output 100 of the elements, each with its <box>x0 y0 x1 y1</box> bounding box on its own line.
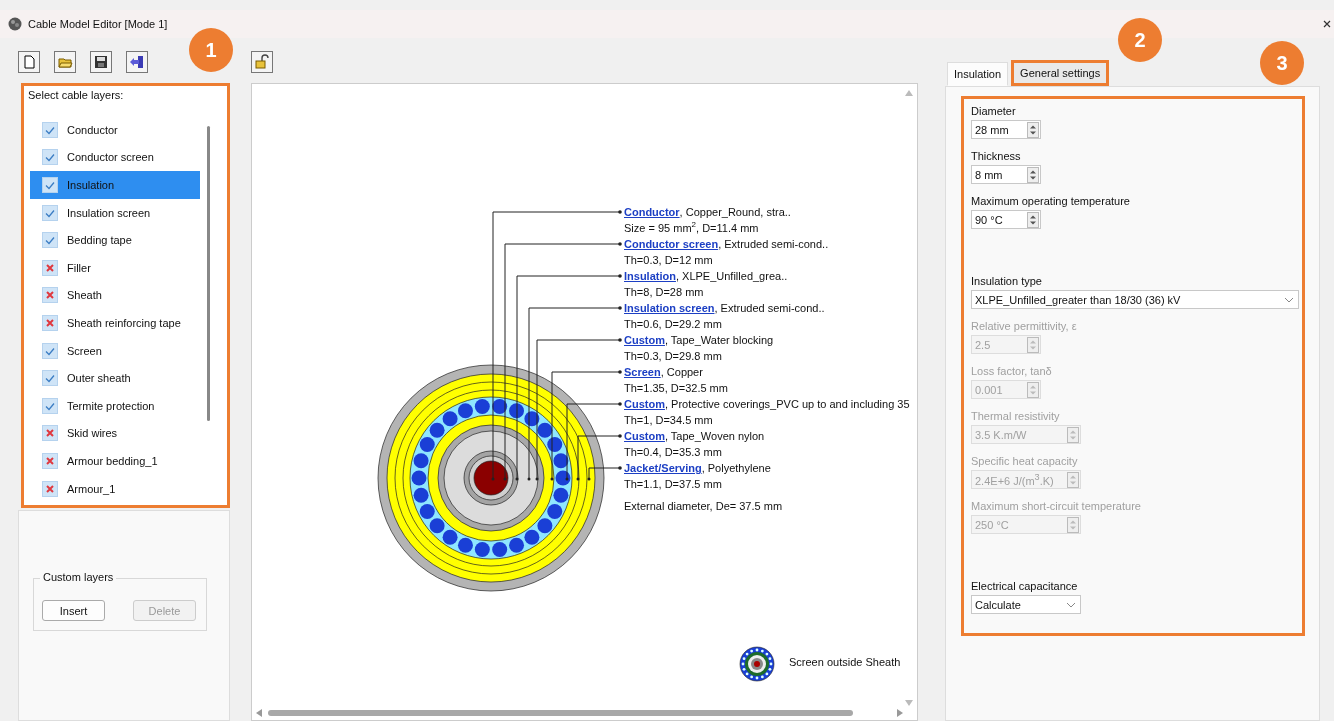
layer-caption: Screen, Copper <box>624 365 704 380</box>
layer-caption: Custom, Tape_Water blocking <box>624 333 775 348</box>
checked-checkbox-icon[interactable] <box>42 342 58 359</box>
cable-thumbnail-icon <box>739 646 775 682</box>
scroll-down-icon[interactable] <box>905 700 913 706</box>
cross-checkbox-icon[interactable] <box>42 480 58 497</box>
layer-dimensions: Th=1.1, D=37.5 mm <box>624 477 723 492</box>
layer-item[interactable]: Conductor <box>30 116 200 144</box>
layer-item[interactable]: Termite protection <box>30 391 200 420</box>
field-label: Relative permittivity, ε <box>971 319 1078 333</box>
insert-button[interactable]: Insert <box>42 600 105 621</box>
checked-checkbox-icon[interactable] <box>42 204 58 221</box>
layer-link[interactable]: Insulation <box>624 270 676 282</box>
field-label: Thermal resistivity <box>971 409 1061 423</box>
layer-item[interactable]: Sheath reinforcing tape <box>30 309 200 337</box>
layer-dimensions: Th=8, D=28 mm <box>624 285 705 300</box>
close-icon[interactable] <box>1322 19 1332 29</box>
new-file-button[interactable] <box>18 50 40 73</box>
legend-label: Screen outside Sheath <box>789 656 901 668</box>
checked-checkbox-icon[interactable] <box>42 370 58 387</box>
scrollbar-thumb[interactable] <box>268 710 853 716</box>
layer-caption: Insulation, XLPE_Unfilled_grea.. <box>624 269 789 284</box>
field-label: Thickness <box>971 149 1022 163</box>
checked-checkbox-icon[interactable] <box>42 397 58 414</box>
layer-link[interactable]: Custom <box>624 334 665 346</box>
cross-checkbox-icon[interactable] <box>42 425 58 442</box>
save-button[interactable] <box>90 50 112 73</box>
layer-dimensions: Th=0.3, D=29.8 mm <box>624 349 723 364</box>
tab[interactable]: General settings <box>1011 60 1110 86</box>
layer-caption: Conductor screen, Extruded semi-cond.. <box>624 237 830 252</box>
dropdown-field[interactable]: Calculate <box>971 595 1081 614</box>
layer-item[interactable]: Conductor screen <box>30 143 200 172</box>
layer-item[interactable]: Insulation <box>30 171 200 199</box>
spin-arrows-icon[interactable] <box>1027 211 1039 228</box>
layer-item[interactable]: Armour_1 <box>30 474 200 503</box>
spin-field[interactable]: 90 °C <box>971 210 1041 229</box>
layer-dimensions: Th=0.4, D=35.3 mm <box>624 445 723 460</box>
chevron-down-icon[interactable] <box>1284 296 1294 303</box>
cross-checkbox-icon[interactable] <box>42 314 58 331</box>
spin-field[interactable]: 8 mm <box>971 165 1041 184</box>
field-label: Specific heat capacity <box>971 454 1079 468</box>
layer-caption: Custom, Protective coverings_PVC up to and including 35 <box>624 397 910 412</box>
layer-item[interactable]: Screen <box>30 336 200 365</box>
layer-item[interactable]: Sheath <box>30 281 200 310</box>
layer-item[interactable]: Outer sheath <box>30 364 200 392</box>
open-folder-button[interactable] <box>54 50 76 73</box>
exit-door-icon <box>129 53 145 70</box>
exit-button[interactable] <box>126 50 148 73</box>
layer-link[interactable]: Custom <box>624 430 665 442</box>
checked-checkbox-icon[interactable] <box>42 177 58 193</box>
layer-link[interactable]: Conductor <box>624 206 680 218</box>
callout-number: 2 <box>1118 18 1162 62</box>
group-title: Custom layers <box>40 571 117 583</box>
field-label: Maximum short-circuit temperature <box>971 499 1142 513</box>
layer-caption: Insulation screen, Extruded semi-cond.. <box>624 301 826 316</box>
layer-dimensions: Th=1, D=34.5 mm <box>624 413 714 428</box>
tab[interactable]: Insulation <box>947 62 1009 86</box>
layer-item[interactable]: Skid wires <box>30 419 200 448</box>
lock-button[interactable] <box>251 50 273 73</box>
scroll-up-icon[interactable] <box>905 90 913 96</box>
field-label: Electrical capacitance <box>971 579 1079 593</box>
scrollbar[interactable] <box>207 126 210 421</box>
checked-checkbox-icon[interactable] <box>42 232 58 249</box>
layer-link[interactable]: Jacket/Serving <box>624 462 702 474</box>
layer-caption: Jacket/Serving, Polyethylene <box>624 461 772 476</box>
layer-dimensions: Th=0.6, D=29.2 mm <box>624 317 723 332</box>
callout-number: 3 <box>1260 41 1304 85</box>
callout-number: 1 <box>189 28 233 72</box>
app-icon <box>8 17 22 31</box>
spin-field[interactable]: 28 mm <box>971 120 1041 139</box>
layer-link[interactable]: Screen <box>624 366 661 378</box>
layer-caption: Conductor, Copper_Round, stra.. <box>624 205 792 220</box>
cross-checkbox-icon[interactable] <box>42 452 58 469</box>
checked-checkbox-icon[interactable] <box>42 121 58 138</box>
layer-link[interactable]: Custom <box>624 398 665 410</box>
scroll-right-icon[interactable] <box>897 709 903 717</box>
spin-arrows-icon[interactable] <box>1027 121 1039 138</box>
layer-item[interactable]: Insulation screen <box>30 198 200 227</box>
cross-checkbox-icon[interactable] <box>42 259 58 276</box>
layer-item[interactable]: Filler <box>30 253 200 282</box>
field-label: Loss factor, tanδ <box>971 364 1053 378</box>
cross-checkbox-icon[interactable] <box>42 287 58 304</box>
chevron-down-icon[interactable] <box>1066 601 1076 608</box>
page-icon <box>21 53 37 70</box>
field-label: Diameter <box>971 104 1017 118</box>
list-heading: Select cable layers: <box>27 88 125 103</box>
layer-dimensions: Size = 95 mm$^{2}$, D=11.4 mm <box>624 220 760 236</box>
external-diameter-text: External diameter, De= 37.5 mm <box>624 499 784 514</box>
dropdown-field[interactable]: XLPE_Unfilled_greater than 18/30 (36) kV <box>971 290 1299 309</box>
scroll-left-icon[interactable] <box>256 709 262 717</box>
window-title: Cable Model Editor [Mode 1] <box>28 18 168 30</box>
checked-checkbox-icon[interactable] <box>42 149 58 166</box>
spin-arrows-icon[interactable] <box>1027 166 1039 183</box>
field-label: Maximum operating temperature <box>971 194 1131 208</box>
layer-item[interactable]: Bedding tape <box>30 226 200 254</box>
layer-item[interactable]: Armour bedding_1 <box>30 447 200 475</box>
field-label: Insulation type <box>971 274 1043 288</box>
layer-caption: Custom, Tape_Woven nylon <box>624 429 766 444</box>
layer-dimensions: Th=1.35, D=32.5 mm <box>624 381 729 396</box>
padlock-icon <box>254 53 270 70</box>
